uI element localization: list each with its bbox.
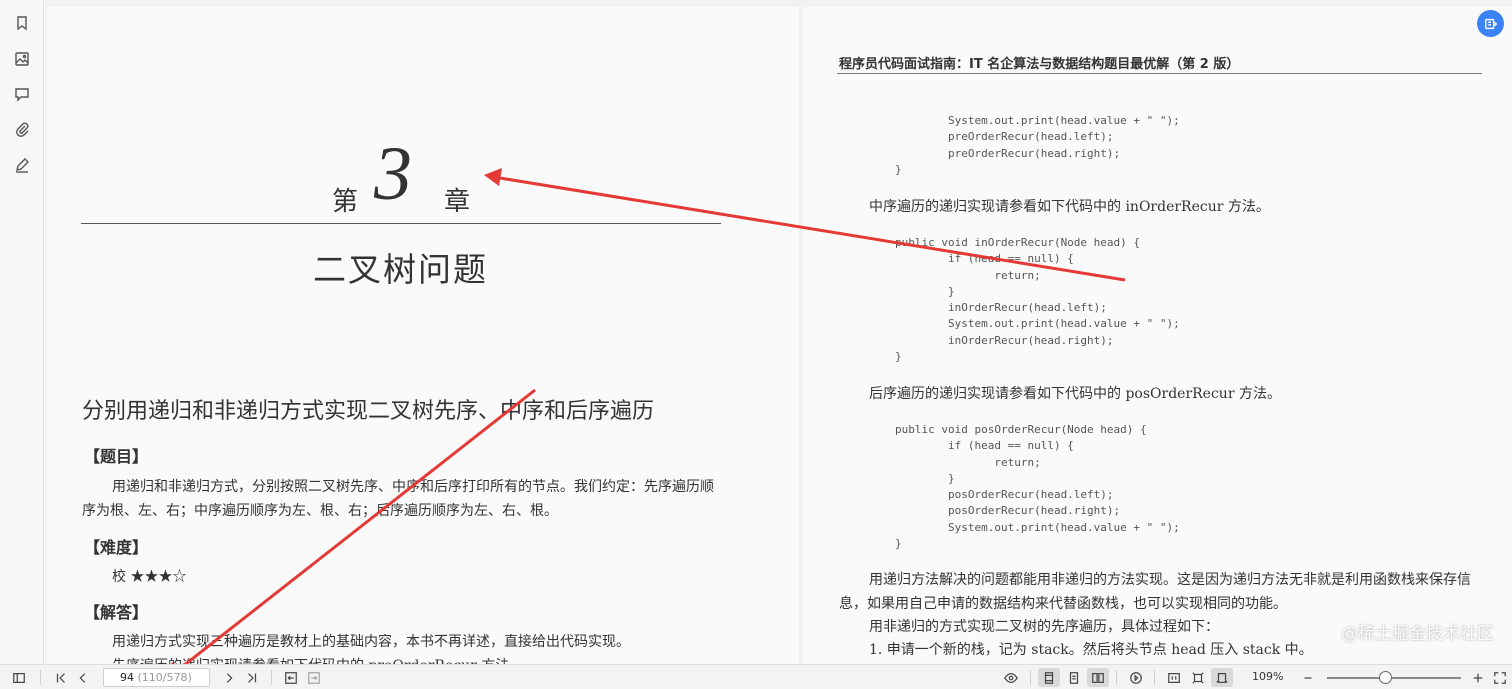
difficulty-value: 校 ★★★☆ — [112, 569, 187, 585]
forward-icon[interactable] — [305, 668, 323, 687]
toolbar-divider — [271, 670, 272, 685]
section-heading: 分别用递归和非递归方式实现二叉树先序、中序和后序遍历 — [82, 399, 655, 424]
eye-icon[interactable] — [999, 668, 1023, 687]
page-number-input[interactable]: 94 (110/578) — [103, 668, 210, 687]
chapter-number: 3 — [374, 132, 412, 216]
current-page: 94 — [120, 671, 134, 684]
toolbar-divider — [1030, 670, 1031, 685]
zoom-in-icon[interactable] — [1468, 668, 1488, 687]
code-block-inorder: public void inOrderRecur(Node head) { if… — [895, 236, 1180, 364]
answer-line-2: 先序遍历的递归实现请参看如下代码中的 preOrderRecur 方法。 — [82, 654, 722, 664]
answer-line-1: 用递归方式实现三种遍历是教材上的基础内容，本书不再详述，直接给出代码实现。 — [112, 634, 630, 650]
zoom-slider[interactable] — [1327, 677, 1461, 679]
difficulty-label: 【难度】 — [84, 538, 149, 557]
page-left: 第 3 章 二叉树问题 分别用递归和非递归方式实现二叉树先序、中序和后序遍历 【… — [47, 7, 799, 664]
actual-size-icon[interactable] — [1163, 668, 1185, 687]
code-block-postorder: public void posOrderRecur(Node head) { i… — [895, 423, 1180, 551]
fit-width-icon[interactable] — [1211, 668, 1233, 687]
two-page-icon[interactable] — [1087, 668, 1109, 687]
comment-icon[interactable] — [10, 82, 34, 106]
toolbar-divider — [40, 670, 41, 685]
page-position: (110/578) — [137, 671, 192, 684]
running-head: 程序员代码面试指南：IT 名企算法与数据结构题目最优解（第 2 版） — [839, 57, 1240, 72]
zoom-out-icon[interactable] — [1299, 668, 1317, 687]
toolbar-divider — [1116, 670, 1117, 685]
app-assistant-icon[interactable] — [1477, 10, 1504, 37]
sidebar-toggle-icon[interactable] — [8, 668, 30, 687]
problem-text: 用递归和非递归方式，分别按照二叉树先序、中序和后序打印所有的节点。我们约定：先序… — [82, 479, 714, 519]
zoom-slider-thumb[interactable] — [1379, 671, 1393, 684]
chapter-rule — [81, 223, 721, 224]
chapter-prefix: 第 — [332, 187, 359, 217]
next-page-icon[interactable] — [220, 668, 238, 687]
paragraph-nonrecursive: 用递归方法解决的问题都能用非递归的方法实现。这是因为递归方法无非就是利用函数栈来… — [839, 572, 1471, 612]
fullscreen-icon[interactable] — [1490, 668, 1510, 687]
page-right: 程序员代码面试指南：IT 名企算法与数据结构题目最优解（第 2 版） Syste… — [803, 7, 1512, 664]
chapter-suffix: 章 — [444, 187, 471, 217]
answer-label: 【解答】 — [84, 603, 149, 622]
bookmark-icon[interactable] — [10, 11, 34, 35]
image-icon[interactable] — [10, 47, 34, 71]
zoom-level[interactable]: 109% — [1252, 670, 1283, 683]
postorder-intro: 后序遍历的递归实现请参看如下代码中的 posOrderRecur 方法。 — [869, 386, 1281, 402]
signature-icon[interactable] — [10, 153, 34, 177]
header-rule — [837, 73, 1482, 74]
single-page-icon[interactable] — [1038, 668, 1060, 687]
continuous-icon[interactable] — [1063, 668, 1085, 687]
toolbar-divider — [1154, 670, 1155, 685]
watermark: @稀土掘金技术社区 — [1341, 624, 1494, 644]
inorder-intro: 中序遍历的递归实现请参看如下代码中的 inOrderRecur 方法。 — [869, 199, 1270, 215]
last-page-icon[interactable] — [243, 668, 261, 687]
code-block-preorder: System.out.print(head.value + " "); preO… — [895, 114, 1180, 176]
first-page-icon[interactable] — [52, 668, 70, 687]
chapter-title: 二叉树问题 — [313, 250, 488, 289]
back-icon[interactable] — [282, 668, 300, 687]
left-sidebar — [0, 0, 44, 664]
document-viewport[interactable]: 第 3 章 二叉树问题 分别用递归和非递归方式实现二叉树先序、中序和后序遍历 【… — [45, 0, 1512, 664]
play-icon[interactable] — [1125, 668, 1147, 687]
prev-page-icon[interactable] — [74, 668, 92, 687]
attachment-icon[interactable] — [10, 117, 34, 141]
bottom-toolbar: 94 (110/578) 109% — [0, 664, 1512, 689]
fit-page-icon[interactable] — [1187, 668, 1209, 687]
problem-label: 【题目】 — [84, 447, 149, 466]
